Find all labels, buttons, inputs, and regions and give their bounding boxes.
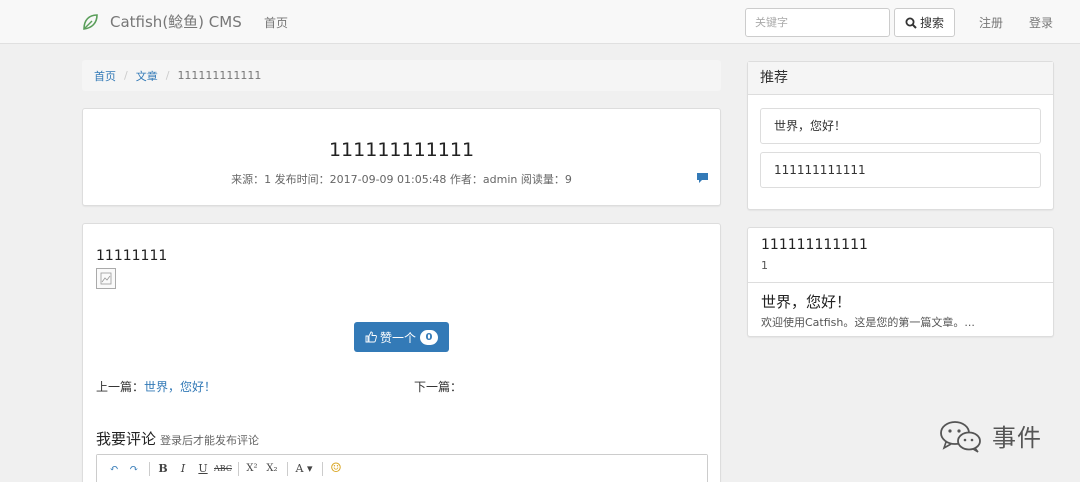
leaf-logo-icon	[83, 13, 98, 30]
list-item-title[interactable]: 111111111111	[761, 237, 868, 253]
nav-home-link[interactable]: 首页	[264, 14, 288, 31]
recommend-item[interactable]: 111111111111	[760, 152, 1041, 188]
recommend-panel: 推荐 世界，您好！ 111111111111	[747, 61, 1054, 210]
article-body-panel: 11111111 赞一个 0 上一篇：世界，您好！ 下一篇： 我要评论 登录后才能…	[82, 223, 721, 482]
breadcrumb-separator: /	[124, 69, 128, 82]
comment-editor[interactable]: ↶ ↷ B I U ABC X² X₂ A ▾ ☺	[96, 454, 708, 482]
watermark: 事件	[938, 418, 1042, 453]
breadcrumb-section[interactable]: 文章	[136, 68, 158, 84]
font-color-button[interactable]: A ▾	[292, 460, 316, 478]
undo-icon[interactable]: ↶	[105, 460, 123, 478]
like-label: 赞一个	[379, 330, 416, 345]
search-input[interactable]	[745, 8, 890, 37]
prev-article-link[interactable]: 世界，您好！	[144, 380, 216, 394]
broken-image-icon	[96, 268, 116, 289]
list-item-summary: 欢迎使用Catfish。这是您的第一篇文章。...	[761, 316, 975, 329]
article-header-panel: 111111111111 来源：1 发布时间：2017-09-09 01:05:…	[82, 108, 721, 206]
article-meta: 来源：1 发布时间：2017-09-09 01:05:48 作者：admin 阅…	[231, 173, 572, 186]
article-content: 11111111	[96, 248, 168, 264]
prev-article: 上一篇：世界，您好！	[96, 378, 216, 395]
italic-button[interactable]: I	[174, 460, 192, 478]
prev-label: 上一篇：	[96, 380, 145, 394]
list-item[interactable]: 111111111111 1	[748, 228, 1053, 283]
top-navbar: Catfish(鲶鱼) CMS 首页 搜索 注册 登录	[0, 0, 1080, 44]
redo-icon[interactable]: ↷	[125, 460, 143, 478]
next-label: 下一篇：	[414, 380, 463, 394]
like-button[interactable]: 赞一个 0	[354, 322, 449, 352]
bold-button[interactable]: B	[154, 460, 172, 478]
subscript-button[interactable]: X₂	[263, 460, 281, 478]
article-list-panel: 111111111111 1 世界，您好！ 欢迎使用Catfish。这是您的第一…	[747, 227, 1054, 337]
editor-toolbar: ↶ ↷ B I U ABC X² X₂ A ▾ ☺	[97, 455, 707, 482]
watermark-text: 事件	[992, 424, 1042, 452]
article-title: 111111111111	[328, 139, 475, 161]
emoji-icon[interactable]: ☺	[327, 460, 345, 478]
toolbar-divider	[287, 461, 288, 476]
list-item[interactable]: 世界，您好！ 欢迎使用Catfish。这是您的第一篇文章。...	[748, 283, 1053, 337]
comment-heading: 我要评论 登录后才能发布评论	[96, 428, 259, 449]
underline-button[interactable]: U	[194, 460, 212, 478]
comment-title: 我要评论	[96, 430, 157, 448]
list-item-summary: 1	[761, 259, 768, 272]
search-button-label: 搜索	[919, 16, 944, 30]
search-icon	[905, 17, 917, 29]
recommend-item[interactable]: 世界，您好！	[760, 108, 1041, 144]
recommend-title: 推荐	[748, 62, 1053, 95]
search-button[interactable]: 搜索	[894, 8, 955, 37]
list-item-title[interactable]: 世界，您好！	[761, 291, 851, 312]
comment-icon[interactable]	[696, 172, 709, 184]
strikethrough-button[interactable]: ABC	[214, 460, 232, 478]
thumbs-up-icon	[365, 331, 377, 343]
toolbar-divider	[238, 461, 239, 476]
next-article: 下一篇：	[414, 378, 462, 395]
breadcrumb: 首页 / 文章 / 111111111111	[82, 60, 721, 91]
login-link[interactable]: 登录	[1029, 14, 1053, 31]
like-count-badge: 0	[420, 329, 438, 345]
register-link[interactable]: 注册	[979, 14, 1003, 31]
wechat-icon	[940, 420, 981, 453]
brand-name: Catfish(鲶鱼) CMS	[110, 13, 242, 31]
brand[interactable]: Catfish(鲶鱼) CMS	[80, 11, 242, 32]
toolbar-divider	[149, 461, 150, 476]
superscript-button[interactable]: X²	[243, 460, 261, 478]
breadcrumb-current: 111111111111	[177, 69, 262, 82]
toolbar-divider	[322, 461, 323, 476]
breadcrumb-home[interactable]: 首页	[94, 68, 116, 84]
comment-hint: 登录后才能发布评论	[160, 434, 260, 447]
breadcrumb-separator: /	[165, 69, 170, 82]
